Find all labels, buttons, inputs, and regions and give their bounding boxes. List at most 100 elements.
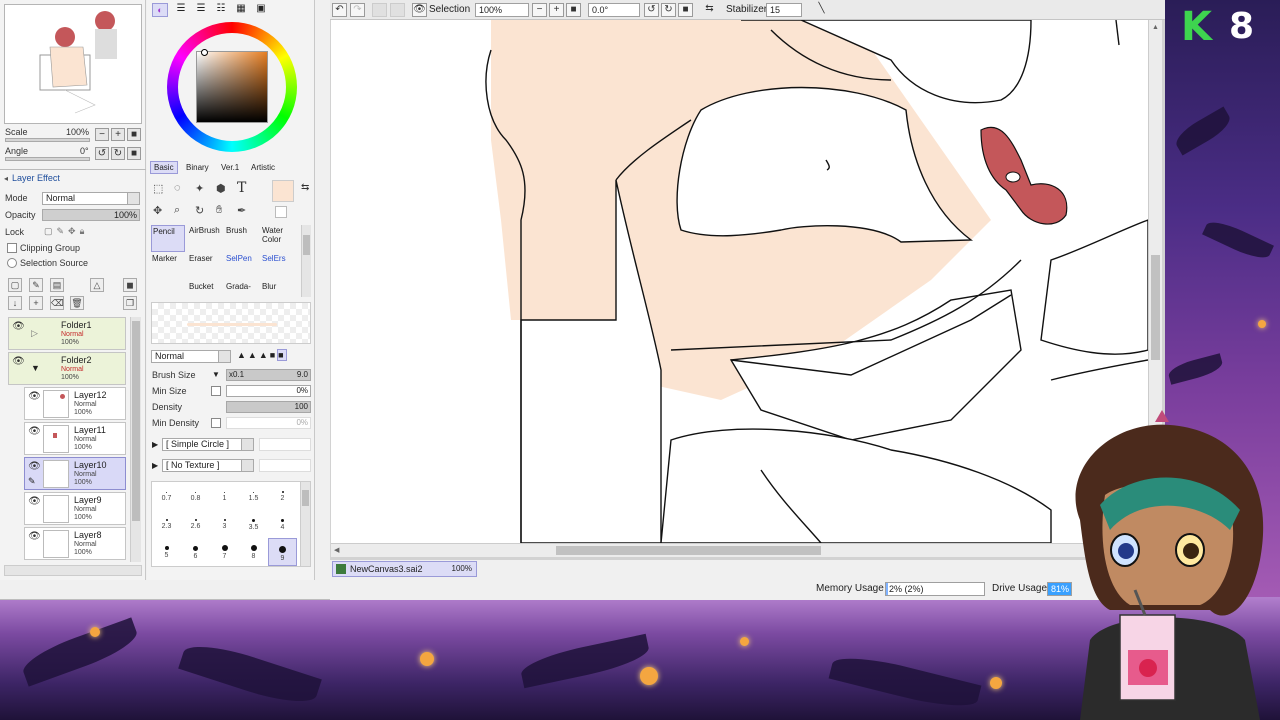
min-density-slider[interactable]: 0%	[226, 417, 311, 429]
brush-selers[interactable]: SelErs	[261, 253, 291, 280]
eye-icon[interactable]: 👁︎	[28, 391, 41, 403]
layer-mode-dropdown[interactable]: Normal	[42, 192, 140, 205]
folder-collapsed-icon[interactable]: ▷	[31, 328, 38, 339]
brush-size-preset[interactable]: 2.3	[152, 510, 181, 538]
brush-shape-strength[interactable]	[259, 438, 311, 451]
new-linework-icon[interactable]: ✎	[29, 278, 43, 292]
stabilizer-dropdown[interactable]: 15	[766, 3, 802, 17]
navigator-preview[interactable]	[4, 4, 142, 124]
clear-layer-icon[interactable]: ⌫	[50, 296, 64, 310]
zoom-out-toolbar-button[interactable]: −	[532, 3, 547, 17]
brush-size-preset[interactable]: 8	[239, 538, 268, 566]
brush-texture-dropdown[interactable]: [ No Texture ]	[162, 459, 254, 472]
eye-icon[interactable]: 👁︎	[28, 461, 41, 473]
layer-mask-icon[interactable]: △	[90, 278, 104, 292]
layer-list-scrollbar[interactable]	[130, 317, 141, 562]
brush-size-preset[interactable]: 7	[210, 538, 239, 566]
min-size-slider[interactable]: 0%	[226, 385, 311, 397]
flip-horizontal-icon[interactable]: ⇆	[702, 3, 717, 17]
tab-basic[interactable]: Basic	[150, 161, 178, 174]
undo-button[interactable]: ↶	[332, 3, 347, 17]
primary-color-swatch[interactable]	[272, 180, 294, 202]
apply-mask-icon[interactable]: ◼	[123, 278, 137, 292]
rotate-left-button[interactable]: ↺	[95, 147, 109, 160]
tab-ver1[interactable]: Ver.1	[217, 161, 243, 174]
brush-size-preset[interactable]: 1	[210, 482, 239, 510]
brush-blend-dropdown[interactable]: Normal	[151, 350, 231, 363]
brush-airbrush[interactable]: AirBrush	[188, 225, 222, 252]
zoom-in-button[interactable]: +	[111, 128, 125, 141]
brush-size-preset[interactable]: 9	[268, 538, 297, 566]
brush-edge-shapes[interactable]: ▲▲▲■■	[237, 349, 311, 363]
brush-marker[interactable]: Marker	[151, 253, 185, 280]
density-slider[interactable]: 100	[226, 401, 311, 413]
layer-item-layer12[interactable]: 👁︎ Layer12 Normal 100%	[24, 387, 126, 420]
brush-list-scrollbar[interactable]	[301, 225, 311, 297]
hand-tool-icon[interactable]: ✋︎	[216, 204, 222, 217]
brush-size-preset[interactable]: 3.5	[239, 510, 268, 538]
show-selection-icon[interactable]: 👁︎	[412, 3, 427, 17]
scratchpad-icon[interactable]: ▣	[254, 3, 268, 17]
line-tool-icon[interactable]: ╲	[814, 3, 829, 17]
brush-size-preset[interactable]: 0.7	[152, 482, 181, 510]
rotate-ccw-button[interactable]: ↺	[644, 3, 659, 17]
color-wheel[interactable]	[167, 22, 297, 152]
layer-hscroll[interactable]	[4, 565, 142, 576]
layer-item-layer11[interactable]: 👁︎ Layer11 Normal 100%	[24, 422, 126, 455]
folder-expanded-icon[interactable]: ▼	[31, 363, 40, 373]
rotate-tool-icon[interactable]: ↻	[195, 204, 204, 217]
zoom-in-toolbar-button[interactable]: +	[549, 3, 564, 17]
swatches-icon[interactable]: ▦	[234, 3, 248, 17]
transparent-color-swatch[interactable]	[275, 206, 287, 218]
eye-icon[interactable]: 👁︎	[28, 531, 41, 543]
tab-binary[interactable]: Binary	[182, 161, 213, 174]
brush-size-preset[interactable]: 0.8	[181, 482, 210, 510]
swap-colors-icon[interactable]: ⇆	[301, 182, 309, 193]
transfer-down-icon[interactable]: ↓	[8, 296, 22, 310]
brush-size-preset[interactable]: 4	[268, 510, 297, 538]
brush-texture-strength[interactable]	[259, 459, 311, 472]
zoom-fit-button[interactable]: ■	[566, 3, 581, 17]
new-folder-icon[interactable]: ▤	[50, 278, 64, 292]
brush-watercolor[interactable]: Water Color	[261, 225, 291, 252]
color-set-icon[interactable]: ☷	[214, 3, 228, 17]
duplicate-layer-icon[interactable]: ❐	[123, 296, 137, 310]
brush-size-preset[interactable]: 2.6	[181, 510, 210, 538]
selection-source-radio[interactable]	[7, 258, 17, 268]
brush-size-preset[interactable]: 5	[152, 538, 181, 566]
rotate-right-button[interactable]: ↻	[111, 147, 125, 160]
lock-icons[interactable]: ▢✎✥🔒︎	[44, 226, 114, 238]
canvas-horizontal-scrollbar[interactable]: ◀	[331, 543, 1148, 557]
rotation-field[interactable]: 0.0°	[588, 3, 640, 17]
rgb-slider-icon[interactable]: ☰	[174, 3, 188, 17]
document-tab[interactable]: NewCanvas3.sai2 100%	[332, 561, 477, 577]
hsv-slider-icon[interactable]: ☰	[194, 3, 208, 17]
bucket-tool-icon[interactable]: ⬢	[216, 182, 226, 195]
layer-item-layer9[interactable]: 👁︎ Layer9 Normal 100%	[24, 492, 126, 525]
brush-size-dropdown-icon[interactable]: ▼	[212, 370, 220, 379]
eye-icon[interactable]: 👁︎	[28, 426, 41, 438]
deselect-button[interactable]	[372, 3, 387, 17]
eye-icon[interactable]: 👁︎	[12, 356, 25, 368]
brush-size-preset[interactable]: 1.5	[239, 482, 268, 510]
brush-size-preset[interactable]: 3	[210, 510, 239, 538]
merge-down-icon[interactable]: +	[29, 296, 43, 310]
rotate-cw-button[interactable]: ↻	[661, 3, 676, 17]
zoom-tool-icon[interactable]: ⌕	[174, 204, 180, 217]
collapse-icon[interactable]: ◂	[4, 174, 8, 183]
drawing-canvas[interactable]	[331, 20, 1148, 543]
expand-texture-icon[interactable]: ▶	[152, 461, 158, 470]
brush-pencil[interactable]: Pencil	[151, 225, 185, 252]
clipping-group-checkbox[interactable]	[7, 243, 17, 253]
eye-icon[interactable]: 👁︎	[12, 321, 25, 333]
zoom-out-button[interactable]: −	[95, 128, 109, 141]
brush-size-preset[interactable]: 2	[268, 482, 297, 510]
brush-selpen[interactable]: SelPen	[225, 253, 259, 280]
layer-item-folder1[interactable]: 👁︎ ▷ Folder1 Normal 100%	[8, 317, 126, 350]
lasso-icon[interactable]: ◌	[174, 182, 181, 194]
zoom-field[interactable]: 100%	[475, 3, 529, 17]
zoom-reset-button[interactable]: ■	[127, 128, 141, 141]
rect-select-icon[interactable]: ⬚	[153, 182, 163, 195]
scale-slider[interactable]	[5, 138, 90, 142]
rotate-reset-toolbar-button[interactable]: ■	[678, 3, 693, 17]
